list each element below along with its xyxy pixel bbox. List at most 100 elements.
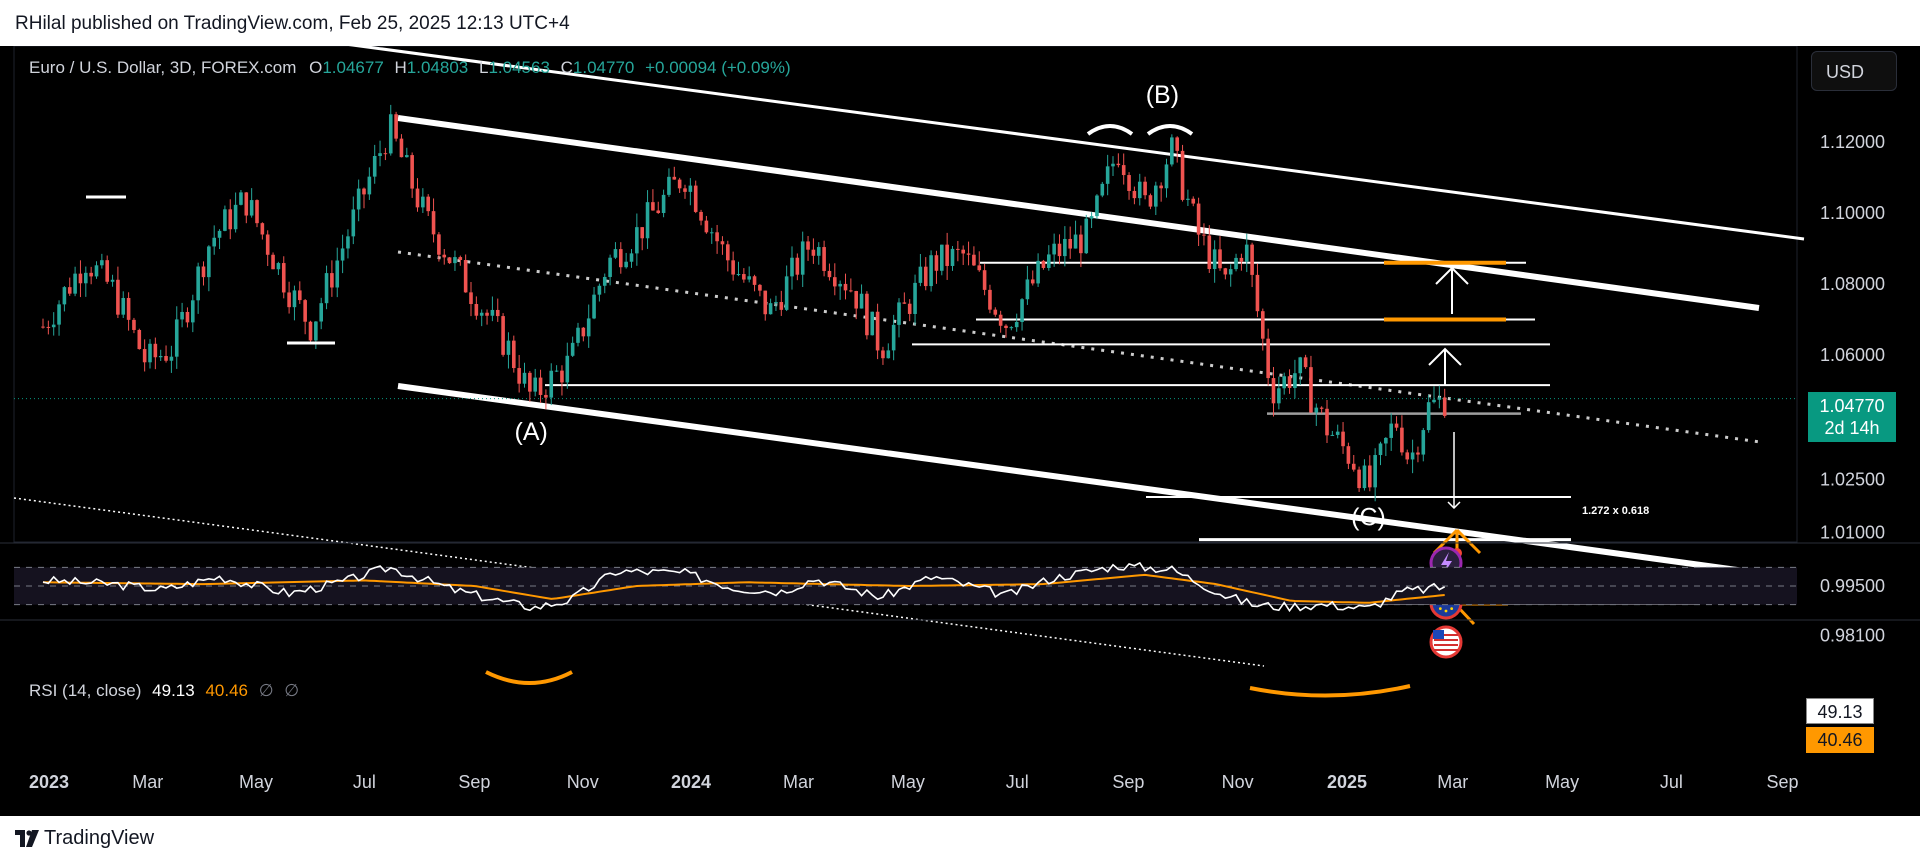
candle-body[interactable] xyxy=(1325,408,1329,436)
candle-body[interactable] xyxy=(1170,137,1174,165)
candle-body[interactable] xyxy=(613,249,618,258)
candle-body[interactable] xyxy=(1362,465,1367,489)
candle-body[interactable] xyxy=(1410,452,1415,460)
candle-body[interactable] xyxy=(442,254,447,258)
candle-body[interactable] xyxy=(902,302,907,304)
candle-body[interactable] xyxy=(1143,181,1147,196)
candle-body[interactable] xyxy=(1030,279,1035,284)
candle-body[interactable] xyxy=(1100,183,1105,196)
candle-body[interactable] xyxy=(372,155,377,177)
candle-body[interactable] xyxy=(800,241,805,275)
candle-body[interactable] xyxy=(1207,235,1212,270)
candle-body[interactable] xyxy=(276,263,281,270)
candle-body[interactable] xyxy=(485,312,489,316)
candle-body[interactable] xyxy=(1116,163,1121,166)
candle-body[interactable] xyxy=(62,287,67,305)
candle-body[interactable] xyxy=(806,241,810,250)
candle-body[interactable] xyxy=(281,263,286,293)
candle-body[interactable] xyxy=(1405,452,1410,460)
candle-body[interactable] xyxy=(1105,166,1110,184)
candle-body[interactable] xyxy=(132,319,136,330)
candle-body[interactable] xyxy=(913,282,917,314)
candle-body[interactable] xyxy=(629,253,634,262)
candle-body[interactable] xyxy=(239,192,243,205)
candle-body[interactable] xyxy=(811,249,816,256)
candle-body[interactable] xyxy=(126,297,131,320)
candle-body[interactable] xyxy=(367,176,372,195)
candle-body[interactable] xyxy=(677,179,682,189)
candle-body[interactable] xyxy=(940,244,944,271)
candle-body[interactable] xyxy=(1127,175,1131,191)
candle-body[interactable] xyxy=(142,349,147,363)
candle-body[interactable] xyxy=(602,276,607,286)
candle-body[interactable] xyxy=(544,394,548,398)
candle-body[interactable] xyxy=(1218,249,1222,269)
candle-body[interactable] xyxy=(244,192,249,216)
candle-body[interactable] xyxy=(592,294,596,319)
candle-body[interactable] xyxy=(950,248,955,266)
candle-body[interactable] xyxy=(998,314,1003,326)
candle-body[interactable] xyxy=(191,300,195,323)
candle-body[interactable] xyxy=(1202,234,1206,236)
candle-body[interactable] xyxy=(1111,163,1115,167)
wave-label[interactable]: (B) xyxy=(1146,81,1179,109)
candle-body[interactable] xyxy=(1309,367,1313,413)
candle-body[interactable] xyxy=(1287,376,1292,389)
candle-body[interactable] xyxy=(522,372,527,384)
candle-body[interactable] xyxy=(351,209,356,237)
candle-body[interactable] xyxy=(1298,357,1303,374)
candle-body[interactable] xyxy=(490,309,495,316)
candle-body[interactable] xyxy=(774,302,778,304)
candle-body[interactable] xyxy=(495,309,500,317)
candle-body[interactable] xyxy=(667,176,671,195)
candle-body[interactable] xyxy=(1271,378,1276,404)
candle-body[interactable] xyxy=(1009,327,1014,329)
candle-body[interactable] xyxy=(431,211,436,235)
candle-body[interactable] xyxy=(1148,195,1153,207)
candle-body[interactable] xyxy=(822,247,826,271)
candle-body[interactable] xyxy=(704,220,709,233)
candle-body[interactable] xyxy=(415,188,420,208)
candle-body[interactable] xyxy=(581,327,586,337)
candle-body[interactable] xyxy=(1057,243,1062,257)
candle-body[interactable] xyxy=(1255,274,1260,312)
candle-body[interactable] xyxy=(148,343,152,363)
candle-body[interactable] xyxy=(340,248,345,261)
candle-body[interactable] xyxy=(1084,218,1089,254)
candle-body[interactable] xyxy=(1250,244,1254,275)
candle-body[interactable] xyxy=(501,316,505,355)
candle-body[interactable] xyxy=(1068,238,1072,249)
candle-body[interactable] xyxy=(1073,234,1078,249)
candle-body[interactable] xyxy=(260,223,265,235)
candle-body[interactable] xyxy=(683,188,687,192)
candle-body[interactable] xyxy=(506,340,511,355)
candle-body[interactable] xyxy=(447,257,452,264)
candle-body[interactable] xyxy=(897,302,901,325)
candle-body[interactable] xyxy=(458,257,463,261)
candle-body[interactable] xyxy=(854,291,858,309)
candle-body[interactable] xyxy=(1047,254,1051,268)
candle-body[interactable] xyxy=(217,230,222,238)
candle-body[interactable] xyxy=(517,368,521,384)
candle-body[interactable] xyxy=(752,276,757,285)
candle-body[interactable] xyxy=(849,290,853,292)
candle-body[interactable] xyxy=(929,255,933,287)
candle-body[interactable] xyxy=(988,289,992,310)
candle-body[interactable] xyxy=(356,188,361,210)
candle-body[interactable] xyxy=(78,273,83,284)
candle-body[interactable] xyxy=(982,270,987,290)
candle-body[interactable] xyxy=(560,370,564,383)
candle-body[interactable] xyxy=(1244,244,1249,262)
candle-body[interactable] xyxy=(84,272,88,284)
candle-body[interactable] xyxy=(1132,190,1137,199)
candle-body[interactable] xyxy=(1351,463,1356,470)
candle-body[interactable] xyxy=(174,319,179,357)
candle-body[interactable] xyxy=(907,303,912,314)
candle-body[interactable] xyxy=(1314,407,1319,413)
candle-body[interactable] xyxy=(1389,423,1393,438)
candle-body[interactable] xyxy=(1025,279,1030,300)
candle-body[interactable] xyxy=(137,329,142,350)
candle-body[interactable] xyxy=(330,273,334,288)
candle-body[interactable] xyxy=(720,241,725,245)
candle-body[interactable] xyxy=(565,355,570,383)
